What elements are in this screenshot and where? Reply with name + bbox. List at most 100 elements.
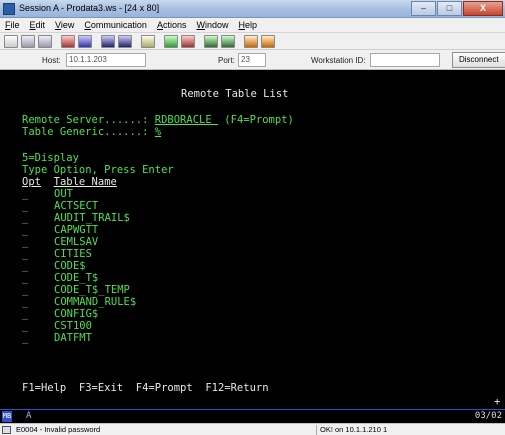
option-input[interactable]: _	[22, 236, 54, 248]
table-name: ACTSECT	[54, 200, 99, 212]
stop-icon[interactable]	[181, 34, 195, 48]
send-icon[interactable]	[61, 34, 75, 48]
display-icon[interactable]	[101, 34, 115, 48]
maximize-button[interactable]: □	[437, 1, 462, 16]
system-available-indicator: A	[26, 411, 32, 421]
option-input[interactable]: _	[22, 260, 54, 272]
list-item: _ ACTSECT	[22, 200, 98, 212]
message-indicator: MB	[2, 411, 12, 422]
remote-server-input[interactable]: RDBORACLE	[155, 114, 218, 126]
column-header-table-name: Table Name	[53, 176, 117, 188]
list-item: _ AUDIT_TRAIL$	[22, 212, 130, 224]
list-item: _ COMMAND_RULE$	[22, 296, 136, 308]
status-message: E0004 - Invalid password	[16, 425, 101, 434]
window-title: Session A - Prodata3.ws - [24 x 80]	[19, 3, 160, 13]
keyboard-icon[interactable]	[118, 34, 132, 48]
option-input[interactable]: _	[22, 308, 54, 320]
workstation-label: Workstation ID:	[311, 56, 366, 65]
list-item: _ CODE$	[22, 260, 86, 272]
table-name: OUT	[54, 188, 73, 200]
port-input[interactable]: 23	[238, 53, 266, 67]
table-generic-label: Table Generic......:	[22, 126, 155, 138]
instruction-text: Type Option, Press Enter	[22, 164, 174, 176]
option-hint: 5=Display	[22, 152, 79, 164]
screen-title: Remote Table List	[181, 88, 289, 100]
table-name: CAPWGTT	[54, 224, 99, 236]
menu-actions[interactable]: Actions	[152, 20, 192, 30]
print-screen-icon[interactable]	[4, 34, 18, 48]
menu-edit-label: dit	[35, 20, 46, 30]
menu-communication-label: ommunication	[90, 20, 147, 30]
workstation-input[interactable]	[370, 53, 440, 67]
menu-file-label: ile	[10, 20, 20, 30]
table-name: DATFMT	[54, 332, 92, 344]
disconnect-button[interactable]: Disconnect	[452, 52, 505, 68]
connection-status: OK! on 10.1.1.210 1	[316, 425, 505, 435]
option-input[interactable]: _	[22, 272, 54, 284]
table-generic-input[interactable]: %	[155, 126, 161, 138]
table-name: CST100	[54, 320, 92, 332]
remote-server-hint: (F4=Prompt)	[217, 114, 294, 126]
function-keys-line: F1=Help F3=Exit F4=Prompt F12=Return	[22, 382, 269, 394]
option-input[interactable]: _	[22, 200, 54, 212]
list-item: _ CODE_T$_TEMP	[22, 284, 130, 296]
table-name: CODE_T$	[54, 272, 99, 284]
option-input[interactable]: _	[22, 224, 54, 236]
menu-edit[interactable]: Edit	[25, 20, 51, 30]
menu-view-label: iew	[60, 20, 75, 30]
color-map-icon[interactable]	[244, 34, 258, 48]
host-input[interactable]: 10.1.1.203	[66, 53, 146, 67]
cursor-position: 03/02	[474, 411, 502, 421]
table-name: CODE$	[54, 260, 86, 272]
paste-icon[interactable]	[38, 34, 52, 48]
port-label: Port:	[218, 56, 235, 65]
table-name: CODE_T$_TEMP	[54, 284, 130, 296]
more-indicator: +	[494, 396, 501, 408]
menu-window-label: indow	[204, 20, 229, 30]
close-button[interactable]: X	[463, 1, 503, 16]
list-item: _ CEMLSAV	[22, 236, 98, 248]
menu-help[interactable]: Help	[233, 20, 262, 30]
table-name: CEMLSAV	[54, 236, 99, 248]
record-icon[interactable]	[164, 34, 178, 48]
menu-file[interactable]: File	[0, 20, 25, 30]
option-input[interactable]: _	[22, 332, 54, 344]
terminal-screen[interactable]: Remote Table List Remote Server......: R…	[0, 70, 505, 409]
minimize-button[interactable]: –	[411, 1, 436, 16]
menu-view[interactable]: View	[50, 20, 79, 30]
column-header-opt: Opt	[22, 176, 41, 188]
remote-server-label: Remote Server......:	[22, 114, 155, 126]
connection-status-icon	[2, 426, 11, 434]
option-input[interactable]: _	[22, 296, 54, 308]
list-item: _ DATFMT	[22, 332, 92, 344]
list-item: _ CONFIG$	[22, 308, 98, 320]
play-icon[interactable]	[204, 34, 218, 48]
menu-window-accelerator: W	[196, 20, 205, 30]
transfer-icon[interactable]	[221, 34, 235, 48]
list-item: _ CODE_T$	[22, 272, 98, 284]
menu-communication[interactable]: Communication	[79, 20, 152, 30]
remote-server-line: Remote Server......: RDBORACLE (F4=Promp…	[22, 114, 294, 126]
connection-bar: Host: 10.1.1.203 Port: 23 Workstation ID…	[0, 50, 505, 70]
table-name: CITIES	[54, 248, 92, 260]
status-bar: E0004 - Invalid password OK! on 10.1.1.2…	[0, 423, 505, 435]
option-input[interactable]: _	[22, 284, 54, 296]
receive-icon[interactable]	[78, 34, 92, 48]
option-input[interactable]: _	[22, 188, 54, 200]
option-input[interactable]: _	[22, 320, 54, 332]
menu-window[interactable]: Window	[191, 20, 233, 30]
operator-info-area: MB A 03/02	[0, 409, 505, 423]
copy-icon[interactable]	[21, 34, 35, 48]
list-item: _ CITIES	[22, 248, 92, 260]
macro-icon[interactable]	[141, 34, 155, 48]
menu-actions-label: ctions	[162, 20, 187, 30]
menu-help-label: elp	[244, 20, 257, 30]
table-name: CONFIG$	[54, 308, 99, 320]
table-name: AUDIT_TRAIL$	[54, 212, 130, 224]
column-headers: Opt Table Name	[22, 176, 384, 188]
option-input[interactable]: _	[22, 212, 54, 224]
customize-icon[interactable]	[261, 34, 275, 48]
option-input[interactable]: _	[22, 248, 54, 260]
list-item: _ CST100	[22, 320, 92, 332]
list-item: _ CAPWGTT	[22, 224, 98, 236]
